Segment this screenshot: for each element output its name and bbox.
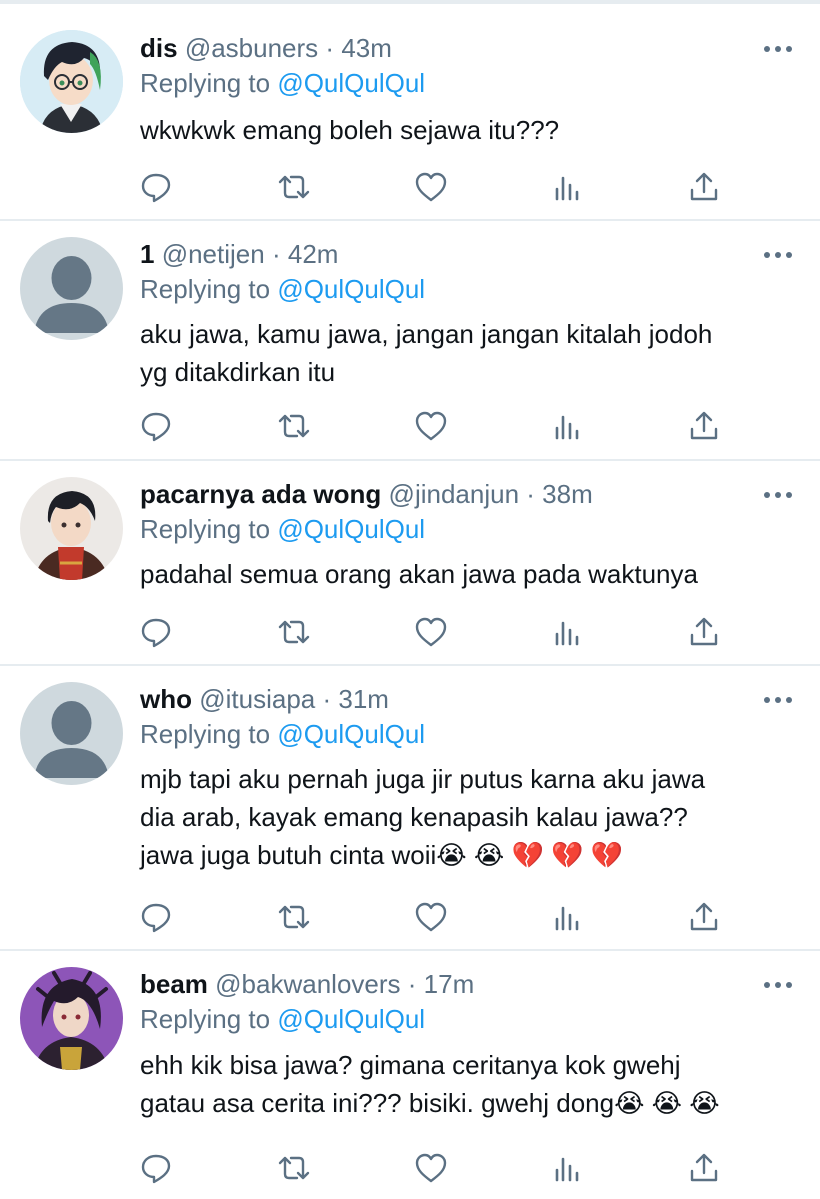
replying-to-handle[interactable]: @QulQulQul bbox=[277, 514, 425, 544]
timestamp[interactable]: 17m bbox=[424, 969, 475, 999]
tweet-reply[interactable]: dis @asbuners · 43m Replying to @QulQulQ… bbox=[0, 4, 820, 221]
more-options-icon[interactable] bbox=[764, 980, 792, 990]
retweet-icon[interactable] bbox=[276, 614, 312, 650]
retweet-icon[interactable] bbox=[276, 1150, 312, 1186]
separator-dot: · bbox=[322, 684, 332, 714]
avatar[interactable] bbox=[20, 682, 123, 785]
tweet-header: beam @bakwanlovers · 17m bbox=[140, 969, 474, 999]
tweet-actions bbox=[138, 169, 718, 205]
replying-to-label: Replying to bbox=[140, 514, 271, 544]
replying-to-handle[interactable]: @QulQulQul bbox=[277, 1004, 425, 1034]
avatar[interactable] bbox=[20, 967, 123, 1070]
timestamp[interactable]: 38m bbox=[542, 479, 593, 509]
tweet-text: mjb tapi aku pernah juga jir putus karna… bbox=[140, 764, 706, 870]
tweet-reply[interactable]: beam @bakwanlovers · 17m Replying to @Qu… bbox=[0, 951, 820, 1199]
analytics-icon[interactable] bbox=[549, 614, 585, 650]
avatar[interactable] bbox=[20, 477, 123, 580]
avatar[interactable] bbox=[20, 30, 123, 133]
tweet-reply[interactable]: pacarnya ada wong @jindanjun · 38m Reply… bbox=[0, 461, 820, 666]
tweet-actions bbox=[138, 614, 718, 650]
more-options-icon[interactable] bbox=[764, 490, 792, 500]
tweet-header: pacarnya ada wong @jindanjun · 38m bbox=[140, 479, 593, 509]
more-options-icon[interactable] bbox=[764, 250, 792, 260]
separator-dot: · bbox=[407, 969, 417, 999]
timestamp[interactable]: 43m bbox=[341, 33, 392, 63]
display-name[interactable]: dis bbox=[140, 33, 178, 63]
replying-to: Replying to @QulQulQul bbox=[140, 68, 425, 98]
tweet-reply[interactable]: who @itusiapa · 31m Replying to @QulQulQ… bbox=[0, 666, 820, 951]
like-icon[interactable] bbox=[413, 899, 449, 935]
user-handle[interactable]: @bakwanlovers bbox=[215, 969, 400, 999]
tweet-actions bbox=[138, 1150, 718, 1186]
tweet-header: 1 @netijen · 42m bbox=[140, 239, 338, 269]
tweet-actions bbox=[138, 408, 718, 444]
user-handle[interactable]: @jindanjun bbox=[389, 479, 519, 509]
replying-to-handle[interactable]: @QulQulQul bbox=[277, 274, 425, 304]
tweet-header: who @itusiapa · 31m bbox=[140, 684, 389, 714]
like-icon[interactable] bbox=[413, 408, 449, 444]
replying-to-handle[interactable]: @QulQulQul bbox=[277, 68, 425, 98]
analytics-icon[interactable] bbox=[549, 169, 585, 205]
more-options-icon[interactable] bbox=[764, 695, 792, 705]
tweet-text: aku jawa, kamu jawa, jangan jangan kital… bbox=[140, 319, 713, 387]
reply-icon[interactable] bbox=[138, 169, 174, 205]
timestamp[interactable]: 31m bbox=[338, 684, 389, 714]
analytics-icon[interactable] bbox=[549, 1150, 585, 1186]
tweet-text: ehh kik bisa jawa? gimana ceritanya kok … bbox=[140, 1050, 720, 1118]
reply-icon[interactable] bbox=[138, 1150, 174, 1186]
reply-icon[interactable] bbox=[138, 614, 174, 650]
replying-to-handle[interactable]: @QulQulQul bbox=[277, 719, 425, 749]
retweet-icon[interactable] bbox=[276, 408, 312, 444]
like-icon[interactable] bbox=[413, 1150, 449, 1186]
separator-dot: · bbox=[325, 33, 335, 63]
user-handle[interactable]: @asbuners bbox=[185, 33, 318, 63]
tweet-actions bbox=[138, 899, 718, 935]
replying-to-label: Replying to bbox=[140, 719, 271, 749]
tweet-header: dis @asbuners · 43m bbox=[140, 33, 392, 63]
replying-to: Replying to @QulQulQul bbox=[140, 1004, 425, 1034]
share-icon[interactable] bbox=[686, 169, 722, 205]
replying-to: Replying to @QulQulQul bbox=[140, 274, 425, 304]
retweet-icon[interactable] bbox=[276, 899, 312, 935]
tweet-reply[interactable]: 1 @netijen · 42m Replying to @QulQulQul … bbox=[0, 221, 820, 461]
replying-to-label: Replying to bbox=[140, 68, 271, 98]
analytics-icon[interactable] bbox=[549, 408, 585, 444]
more-options-icon[interactable] bbox=[764, 44, 792, 54]
share-icon[interactable] bbox=[686, 1150, 722, 1186]
share-icon[interactable] bbox=[686, 614, 722, 650]
retweet-icon[interactable] bbox=[276, 169, 312, 205]
display-name[interactable]: pacarnya ada wong bbox=[140, 479, 381, 509]
tweet-text: wkwkwk emang boleh sejawa itu??? bbox=[140, 115, 560, 145]
like-icon[interactable] bbox=[413, 169, 449, 205]
timestamp[interactable]: 42m bbox=[288, 239, 339, 269]
tweet-text: padahal semua orang akan jawa pada waktu… bbox=[140, 559, 698, 589]
display-name[interactable]: who bbox=[140, 684, 192, 714]
reply-icon[interactable] bbox=[138, 899, 174, 935]
separator-dot: · bbox=[271, 239, 281, 269]
replying-to-label: Replying to bbox=[140, 1004, 271, 1034]
share-icon[interactable] bbox=[686, 408, 722, 444]
replying-to: Replying to @QulQulQul bbox=[140, 514, 425, 544]
analytics-icon[interactable] bbox=[549, 899, 585, 935]
separator-dot: · bbox=[526, 479, 535, 509]
user-handle[interactable]: @itusiapa bbox=[199, 684, 315, 714]
display-name[interactable]: 1 bbox=[140, 239, 154, 269]
user-handle[interactable]: @netijen bbox=[162, 239, 265, 269]
replying-to: Replying to @QulQulQul bbox=[140, 719, 425, 749]
avatar[interactable] bbox=[20, 237, 123, 340]
reply-icon[interactable] bbox=[138, 408, 174, 444]
like-icon[interactable] bbox=[413, 614, 449, 650]
share-icon[interactable] bbox=[686, 899, 722, 935]
replying-to-label: Replying to bbox=[140, 274, 271, 304]
display-name[interactable]: beam bbox=[140, 969, 208, 999]
